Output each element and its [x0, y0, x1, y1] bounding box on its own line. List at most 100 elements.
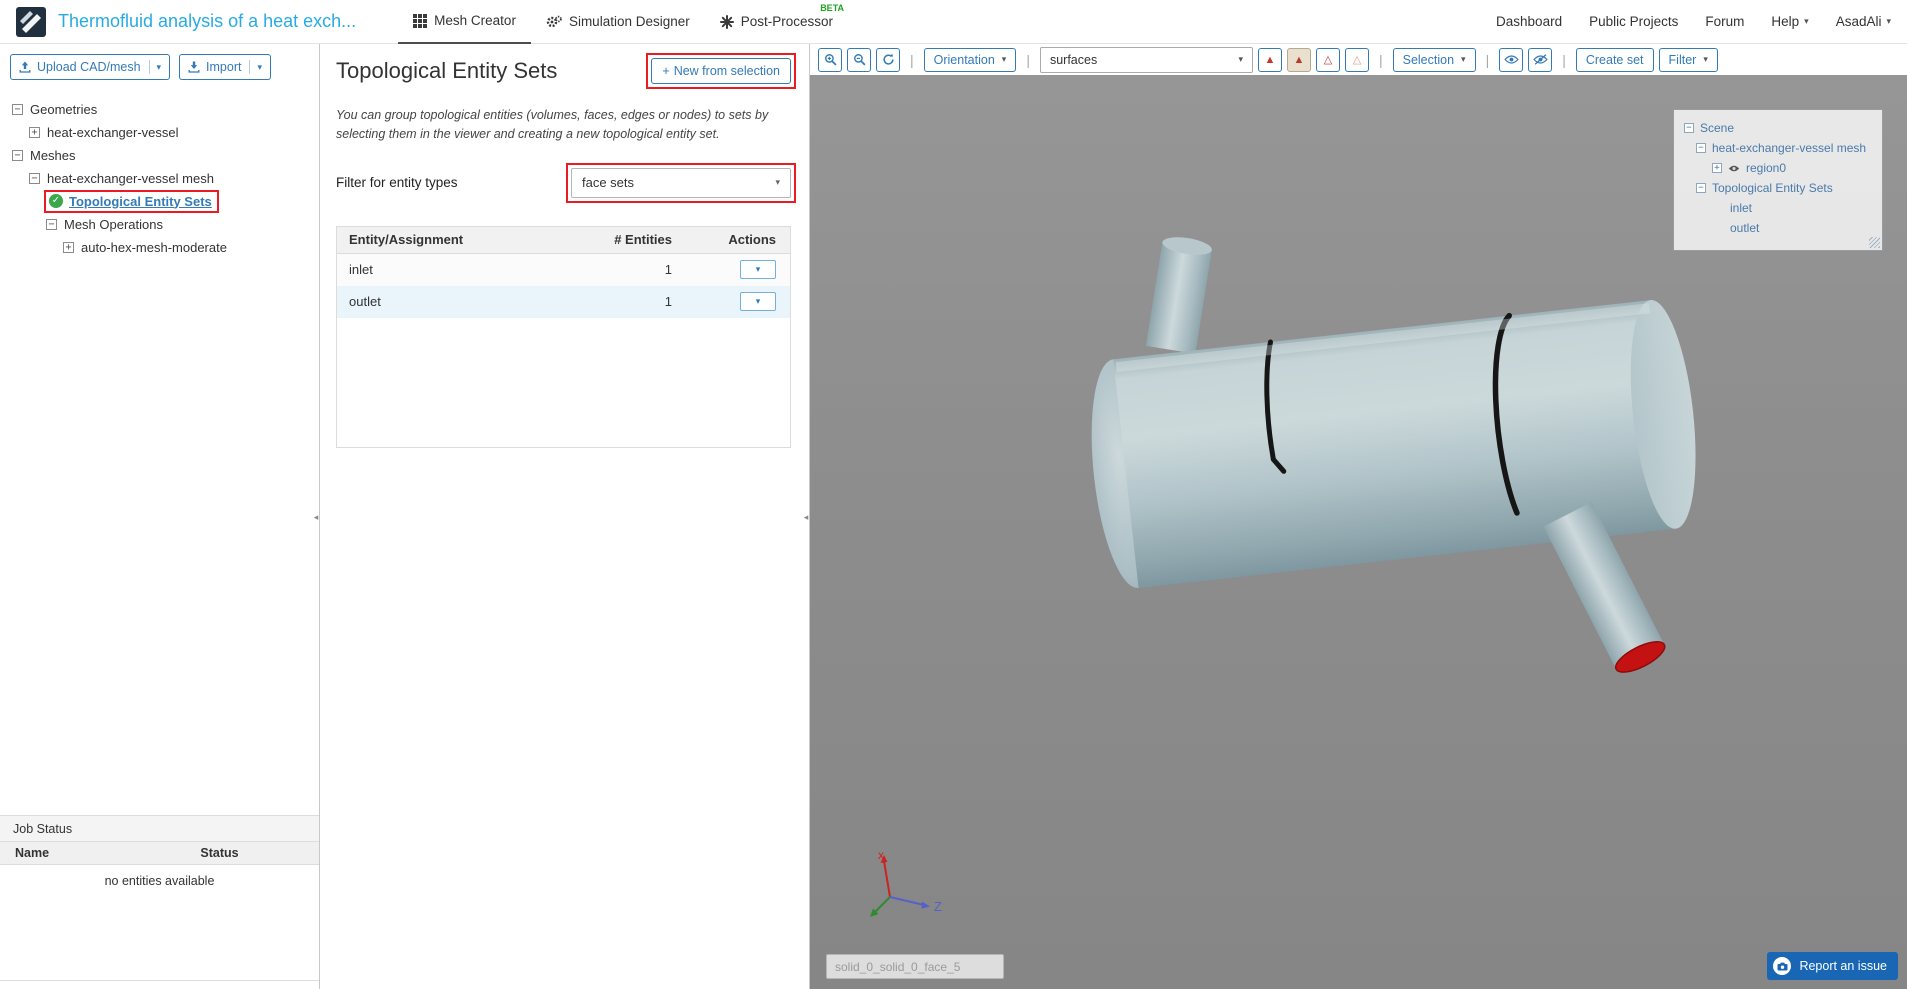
- collapse-icon[interactable]: −: [1684, 123, 1694, 133]
- tree-item-label[interactable]: Topological Entity Sets: [69, 194, 212, 209]
- tree-item-heat-exchanger-vessel[interactable]: + heat-exchanger-vessel: [8, 123, 311, 141]
- table-row[interactable]: outlet 1 ▾: [337, 285, 790, 318]
- table-row[interactable]: inlet 1 ▾: [337, 253, 790, 286]
- magnifier-plus-icon: [824, 54, 837, 66]
- topological-entity-sets-panel: Topological Entity Sets + New from selec…: [320, 44, 810, 989]
- axis-z-label: Z: [934, 899, 942, 914]
- triangle-outline-icon: △: [1352, 54, 1362, 66]
- page-title: Topological Entity Sets: [336, 58, 558, 83]
- tree-item-heat-exchanger-vessel-mesh[interactable]: − heat-exchanger-vessel mesh: [8, 169, 311, 187]
- expand-icon[interactable]: +: [1712, 163, 1722, 173]
- eye-slash-icon: [1532, 54, 1548, 65]
- triangle-outline-icon: △: [1323, 54, 1333, 66]
- job-status-col-status: Status: [200, 846, 239, 860]
- tree-item-mesh-operations[interactable]: − Mesh Operations: [8, 215, 311, 233]
- plus-icon: +: [662, 64, 670, 78]
- chevron-down-icon: ▾: [755, 264, 761, 274]
- tab-simulation-designer[interactable]: Simulation Designer: [531, 0, 705, 44]
- filter-dropdown[interactable]: Filter ▾: [1658, 47, 1718, 72]
- chevron-down-icon: ▾: [1886, 16, 1891, 26]
- grid-icon: [413, 13, 428, 28]
- chevron-down-icon: ▾: [1238, 54, 1243, 64]
- tree-item-meshes[interactable]: − Meshes: [8, 146, 311, 164]
- refresh-view-button[interactable]: [876, 47, 900, 72]
- toolbar-separator: |: [1562, 51, 1566, 68]
- visibility-eye-icon[interactable]: [1728, 164, 1740, 173]
- nav-public-projects[interactable]: Public Projects: [1589, 14, 1678, 29]
- annotation-box: face sets ▾: [566, 162, 796, 203]
- chevron-down-icon: ▾: [148, 60, 161, 74]
- expand-icon[interactable]: +: [29, 126, 40, 138]
- nav-help-menu[interactable]: Help ▾: [1771, 14, 1808, 29]
- viewer-region: | Orientation ▾ | surfaces ▾ ▲ ▲ △ △ | S…: [810, 44, 1907, 989]
- scene-item-mesh[interactable]: − heat-exchanger-vessel mesh: [1682, 138, 1874, 158]
- chevron-down-icon: ▾: [1001, 54, 1007, 64]
- scene-item-topological-entity-sets[interactable]: − Topological Entity Sets: [1682, 178, 1874, 198]
- create-set-button[interactable]: Create set: [1575, 47, 1654, 72]
- render-mode-select[interactable]: surfaces ▾: [1039, 46, 1253, 73]
- upload-label: Upload CAD/mesh: [37, 60, 141, 74]
- tree-item-geometries[interactable]: − Geometries: [8, 100, 311, 118]
- 3d-viewport[interactable]: − Scene − heat-exchanger-vessel mesh + r…: [810, 75, 1907, 989]
- surface-mode-toggle-2[interactable]: ▲: [1286, 47, 1311, 72]
- project-tree-sidebar: Upload CAD/mesh ▾ Import ▾ − Geometries …: [0, 44, 320, 989]
- check-icon: ✓: [49, 194, 63, 208]
- panel-description: You can group topological entities (volu…: [336, 108, 769, 141]
- tab-post-processor[interactable]: Post-Processor BETA: [705, 0, 848, 44]
- collapse-icon[interactable]: −: [12, 149, 23, 161]
- new-from-selection-button[interactable]: + New from selection: [651, 58, 791, 84]
- collapse-icon[interactable]: −: [1696, 143, 1706, 153]
- tree-item-auto-hex-mesh-moderate[interactable]: + auto-hex-mesh-moderate: [8, 238, 311, 256]
- collapse-icon[interactable]: −: [46, 218, 57, 230]
- sidebar-collapse-handle[interactable]: ◂: [312, 505, 320, 529]
- report-issue-button[interactable]: Report an issue: [1767, 952, 1898, 980]
- scene-item-inlet[interactable]: inlet: [1682, 198, 1874, 218]
- zoom-in-button[interactable]: [818, 47, 842, 72]
- selected-value: surfaces: [1049, 52, 1098, 67]
- simscale-logo-icon[interactable]: [16, 6, 46, 37]
- triangle-icon: ▲: [1293, 53, 1305, 66]
- tab-label: Post-Processor: [740, 14, 834, 29]
- zoom-fit-button[interactable]: [847, 47, 871, 72]
- toolbar-separator: |: [1378, 51, 1383, 68]
- selected-value: face sets: [582, 175, 635, 190]
- scene-item-outlet[interactable]: outlet: [1682, 218, 1874, 238]
- show-selected-button[interactable]: [1499, 47, 1524, 72]
- filter-entity-types-label: Filter for entity types: [336, 175, 458, 190]
- surface-mode-toggle-1[interactable]: ▲: [1257, 47, 1282, 72]
- picked-face-name-input[interactable]: [826, 954, 1004, 979]
- import-icon: [188, 61, 200, 73]
- nav-dashboard[interactable]: Dashboard: [1496, 14, 1562, 29]
- surface-mode-toggle-4[interactable]: △: [1344, 47, 1369, 72]
- scene-item-region0[interactable]: + region0: [1682, 158, 1874, 178]
- nav-user-menu[interactable]: AsadAli ▾: [1836, 14, 1891, 29]
- import-button[interactable]: Import ▾: [179, 54, 272, 80]
- nav-forum[interactable]: Forum: [1705, 14, 1744, 29]
- tab-mesh-creator[interactable]: Mesh Creator: [398, 0, 531, 44]
- viewer-toolbar: | Orientation ▾ | surfaces ▾ ▲ ▲ △ △ | S…: [810, 44, 1907, 75]
- expand-icon[interactable]: +: [63, 241, 74, 253]
- selection-dropdown[interactable]: Selection ▾: [1392, 47, 1476, 72]
- project-title[interactable]: Thermofluid analysis of a heat exch...: [58, 11, 356, 32]
- row-actions-dropdown[interactable]: ▾: [740, 260, 776, 279]
- sidebar-buttons: Upload CAD/mesh ▾ Import ▾: [0, 44, 319, 88]
- chevron-down-icon: ▾: [1703, 54, 1708, 64]
- scene-tree-overlay[interactable]: − Scene − heat-exchanger-vessel mesh + r…: [1673, 109, 1883, 251]
- tree-item-topological-entity-sets[interactable]: ✓ Topological Entity Sets: [8, 189, 311, 213]
- collapse-icon[interactable]: −: [1696, 183, 1706, 193]
- panel-collapse-handle[interactable]: ◂: [802, 505, 810, 529]
- hide-selected-button[interactable]: [1528, 47, 1553, 72]
- collapse-icon[interactable]: −: [29, 172, 40, 184]
- collapse-icon[interactable]: −: [12, 103, 23, 115]
- upload-cad-mesh-button[interactable]: Upload CAD/mesh ▾: [10, 54, 171, 80]
- surface-mode-toggle-3[interactable]: △: [1315, 47, 1340, 72]
- inlet-nozzle[interactable]: [1145, 234, 1213, 354]
- row-actions-dropdown[interactable]: ▾: [740, 292, 776, 311]
- chevron-down-icon: ▾: [1804, 16, 1809, 26]
- toolbar-separator: |: [910, 51, 914, 68]
- orientation-dropdown[interactable]: Orientation ▾: [923, 47, 1017, 72]
- tree-item-label: Geometries: [30, 101, 98, 117]
- toolbar-separator: |: [1485, 51, 1490, 68]
- entity-type-select[interactable]: face sets ▾: [571, 167, 791, 198]
- scene-item-scene[interactable]: − Scene: [1682, 118, 1874, 138]
